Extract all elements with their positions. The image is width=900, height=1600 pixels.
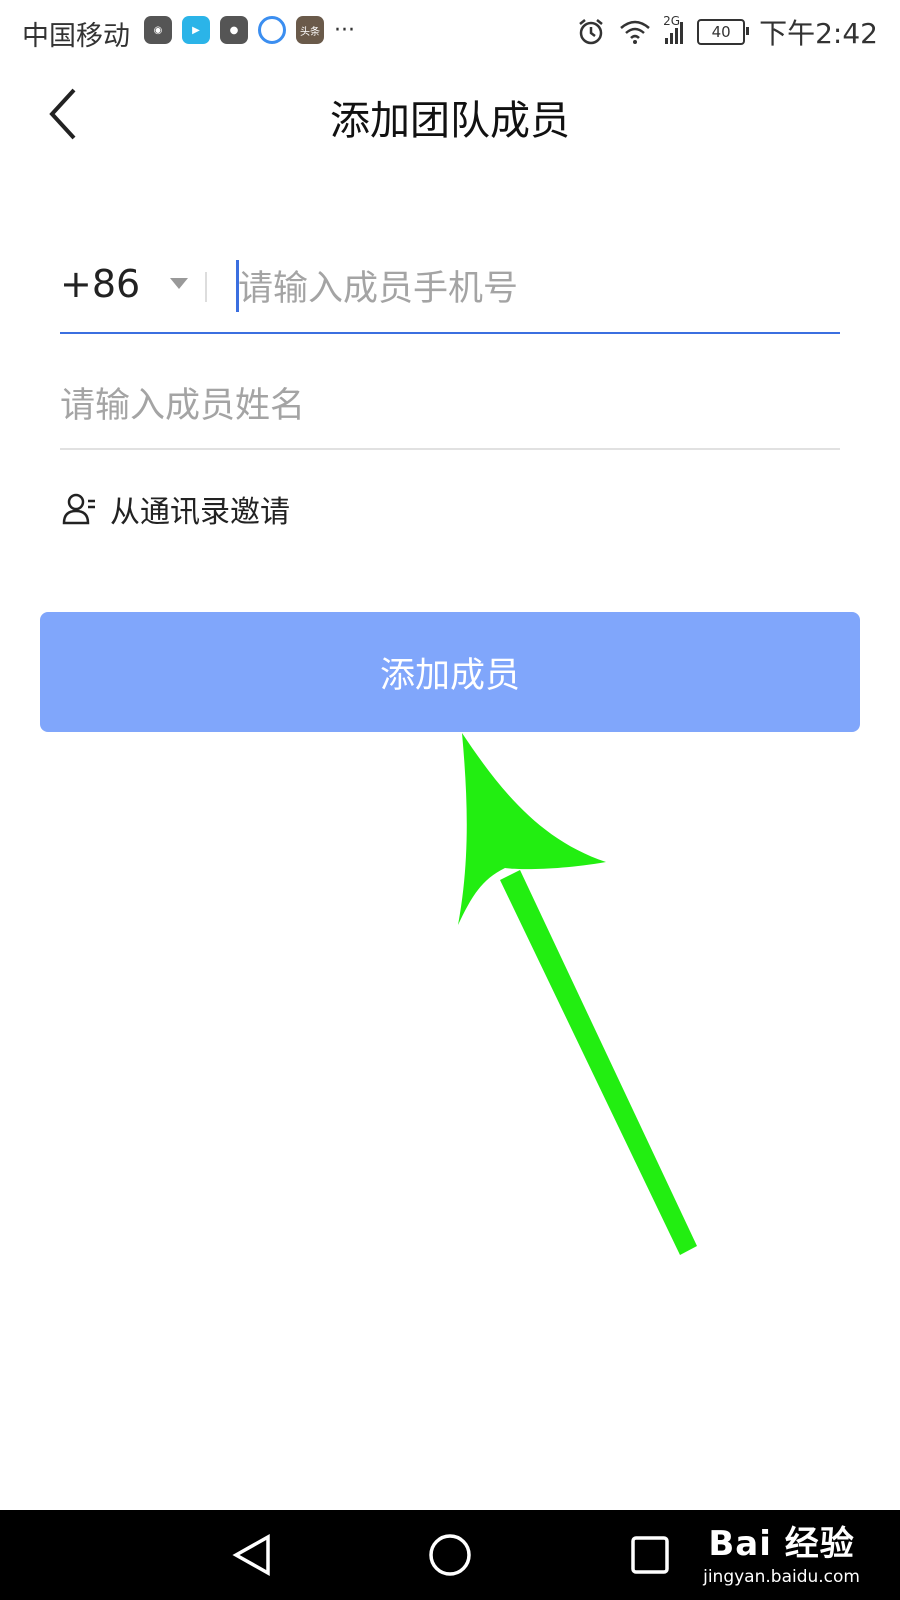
- watermark-logo: Bai 经验: [708, 1524, 855, 1564]
- baidu-watermark: Bai 经验 jingyan.baidu.com: [703, 1516, 860, 1587]
- annotation-arrow-icon: [458, 733, 697, 1255]
- system-navigation-bar: Bai 经验 jingyan.baidu.com: [0, 1510, 900, 1600]
- home-nav-icon[interactable]: [420, 1525, 480, 1585]
- recents-nav-icon[interactable]: [620, 1525, 680, 1585]
- watermark-url: jingyan.baidu.com: [703, 1567, 860, 1587]
- back-nav-icon[interactable]: [222, 1525, 282, 1585]
